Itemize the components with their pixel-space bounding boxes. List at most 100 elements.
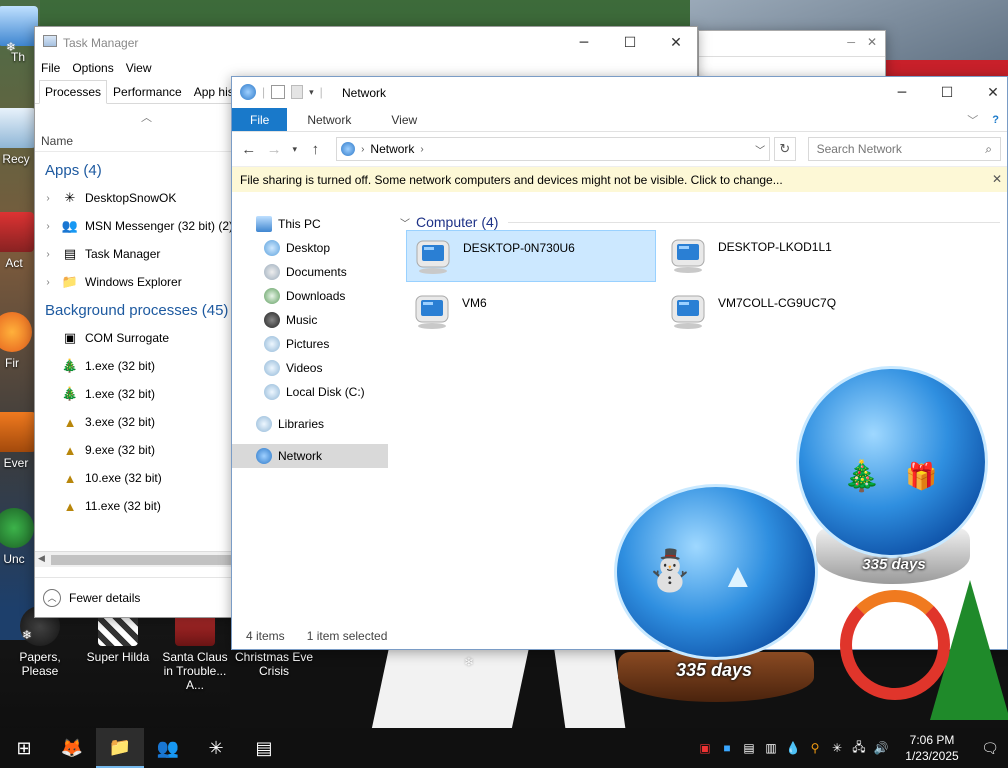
nav-item-videos[interactable]: Videos — [232, 356, 388, 380]
address-dropdown-icon[interactable]: ﹀ — [755, 142, 765, 157]
ribbon-tab-network[interactable]: Network — [287, 108, 371, 131]
infobar-text: File sharing is turned off. Some network… — [240, 172, 783, 187]
snowflake-icon[interactable]: ✳ — [826, 741, 848, 755]
minimize-button[interactable]: ─ — [879, 77, 925, 108]
snow-globe-small[interactable]: ⛄ ▲ — [614, 484, 818, 660]
computer-name: DESKTOP-0N730U6 — [463, 241, 575, 255]
tab-performance[interactable]: Performance — [107, 80, 188, 103]
expand-chevron-icon[interactable]: › — [35, 249, 61, 260]
search-icon: ⌕ — [985, 141, 993, 156]
nav-item-local-disk[interactable]: Local Disk (C:) — [232, 380, 388, 404]
breadcrumb-separator-icon[interactable]: › — [361, 144, 364, 155]
computer-item[interactable]: VM7COLL-CG9UC7Q — [662, 286, 912, 338]
tray-app-icon[interactable]: ■ — [716, 741, 738, 755]
background-window[interactable]: ─ ✕ — [698, 30, 886, 78]
process-name: Task Manager — [85, 247, 161, 261]
tab-processes[interactable]: Processes — [39, 80, 108, 104]
up-arrow-icon[interactable]: ↑ — [305, 141, 326, 158]
computer-monitor-icon — [415, 295, 449, 329]
scroll-left-icon[interactable]: ◀ — [38, 553, 45, 564]
network-icon — [256, 448, 272, 464]
nav-item-music[interactable]: Music — [232, 308, 388, 332]
tree-icon: ▲ — [721, 557, 755, 595]
clock[interactable]: 7:06 PM 1/23/2025 — [892, 732, 972, 764]
menu-file[interactable]: File — [41, 61, 60, 75]
recent-locations-icon[interactable]: ▾ — [289, 144, 301, 155]
gift-icon: 🎁 — [905, 461, 938, 491]
nav-item-desktop[interactable]: Desktop — [232, 236, 388, 260]
address-bar[interactable]: › Network › ﹀ — [336, 137, 771, 161]
nav-item-pictures[interactable]: Pictures — [232, 332, 388, 356]
refresh-button[interactable]: ↻ — [774, 137, 796, 161]
new-folder-icon[interactable] — [291, 85, 304, 99]
window-title: Network — [342, 85, 387, 100]
network-globe-icon — [240, 84, 256, 100]
tree-icon: 🎄 — [61, 358, 79, 373]
downloads-icon — [264, 288, 280, 304]
messenger-taskbar-button[interactable]: 👥 — [144, 728, 192, 768]
collapse-chevron-icon[interactable]: ﹀ — [400, 215, 410, 230]
search-icon[interactable]: ⚲ — [804, 741, 826, 755]
process-name: 1.exe (32 bit) — [85, 387, 156, 401]
tray-app-icon[interactable]: ▥ — [760, 741, 782, 755]
nav-item-documents[interactable]: Documents — [232, 260, 388, 284]
desktop-wallpaper-strip — [554, 650, 626, 730]
clock-date: 1/23/2025 — [905, 749, 959, 763]
expand-chevron-icon[interactable]: › — [35, 221, 61, 232]
ribbon-tab-file[interactable]: File — [232, 108, 288, 131]
volume-icon[interactable]: 🔊 — [870, 741, 892, 755]
close-button[interactable]: ✕ — [970, 77, 1008, 108]
minimize-icon[interactable]: ─ — [847, 37, 855, 49]
close-button[interactable]: ✕ — [653, 27, 699, 58]
tray-app-icon[interactable]: 💧 — [782, 741, 804, 755]
activate-icon — [0, 212, 34, 252]
horizontal-scrollbar[interactable]: ◀ — [35, 551, 235, 567]
taskmanager-taskbar-button[interactable]: ▤ — [240, 728, 288, 768]
firefox-taskbar-button[interactable]: 🦊 — [48, 728, 96, 768]
menu-options[interactable]: Options — [72, 61, 113, 75]
nav-item-libraries[interactable]: Libraries — [232, 412, 388, 436]
network-tray-icon[interactable]: 🖧 — [848, 738, 870, 759]
system-tray: ▣ ■ ▤ ▥ 💧 ⚲ ✳ 🖧 🔊 7:06 PM 1/23/2025 🗨 — [694, 728, 1008, 768]
group-header-computer[interactable]: ﹀ Computer (4) — [400, 214, 1000, 230]
help-icon[interactable]: ? — [992, 114, 999, 126]
computer-item[interactable]: VM6 — [406, 286, 656, 338]
network-globe-icon — [341, 142, 356, 156]
file-sharing-infobar[interactable]: File sharing is turned off. Some network… — [232, 166, 1007, 192]
nav-item-downloads[interactable]: Downloads — [232, 284, 388, 308]
tray-app-icon[interactable]: ▤ — [738, 741, 760, 755]
expand-ribbon-icon[interactable]: ﹀ — [967, 112, 978, 128]
process-name: 10.exe (32 bit) — [85, 471, 162, 485]
ribbon-tab-view[interactable]: View — [371, 108, 437, 131]
breadcrumb-network[interactable]: Network — [370, 142, 414, 156]
nav-item-this-pc[interactable]: This PC — [232, 212, 388, 236]
scrollbar-thumb[interactable] — [51, 555, 231, 565]
notification-icon[interactable]: 🗨 — [972, 740, 1008, 757]
search-input[interactable]: Search Network ⌕ — [807, 137, 1002, 161]
maximize-button[interactable]: ☐ — [607, 27, 653, 58]
customize-toolbar-icon[interactable]: ▾ — [309, 87, 314, 98]
process-name: COM Surrogate — [85, 331, 170, 345]
minimize-button[interactable]: ─ — [561, 27, 607, 58]
expand-chevron-icon[interactable]: › — [35, 193, 61, 204]
snow-taskbar-button[interactable]: ✳ — [192, 728, 240, 768]
breadcrumb-separator-icon[interactable]: › — [420, 144, 423, 155]
process-name: 9.exe (32 bit) — [85, 443, 156, 457]
close-icon[interactable]: ✕ — [992, 172, 1002, 186]
maximize-button[interactable]: ☐ — [924, 77, 970, 108]
menu-view[interactable]: View — [126, 61, 152, 75]
expand-chevron-icon[interactable]: › — [35, 277, 61, 288]
forward-arrow-icon[interactable]: → — [263, 141, 284, 158]
computer-item[interactable]: DESKTOP-LKOD1L1 — [662, 230, 912, 282]
start-button[interactable]: ⊞ — [0, 728, 48, 768]
back-arrow-icon[interactable]: ← — [238, 141, 259, 158]
snow-globe-large[interactable]: 🎄 🎁 — [796, 366, 988, 558]
close-icon[interactable]: ✕ — [867, 35, 877, 49]
explorer-taskbar-button[interactable]: 📁 — [96, 728, 144, 768]
computer-item[interactable]: DESKTOP-0N730U6 — [406, 230, 656, 282]
desktop-icon-santa-claus[interactable]: Santa Claus in Trouble... A... — [156, 606, 234, 692]
nav-item-network[interactable]: Network — [232, 444, 388, 468]
tray-app-icon[interactable]: ▣ — [694, 741, 716, 755]
properties-icon[interactable] — [271, 85, 286, 99]
tree-icon: ▲ — [63, 414, 77, 430]
